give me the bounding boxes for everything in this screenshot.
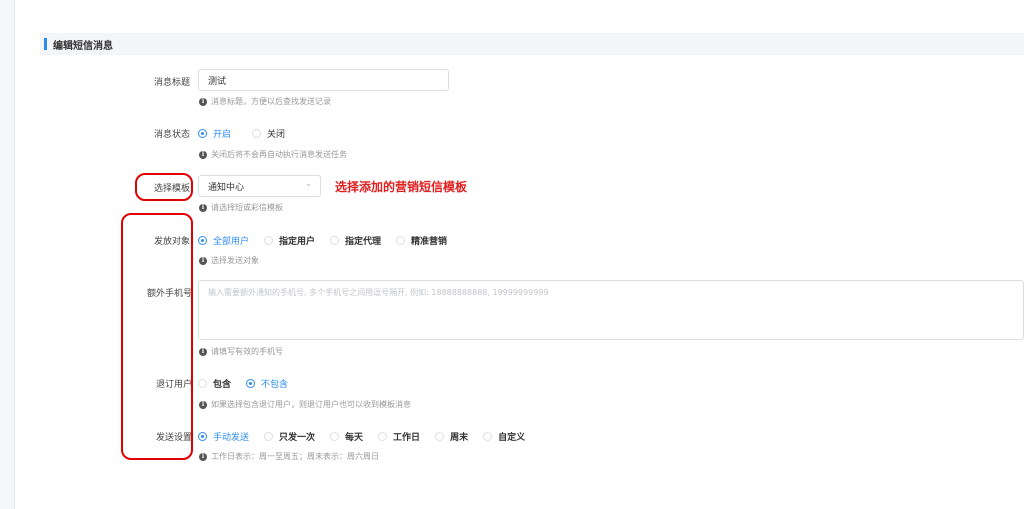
unsubscribed-option-include[interactable]: 包含 xyxy=(198,377,231,390)
unsubscribed-hint: i 如果选择包含退订用户，则退订用户也可以收到模板消息 xyxy=(199,399,411,410)
message-title-label: 消息标题 xyxy=(153,78,190,88)
radio-dot xyxy=(198,432,207,441)
info-icon: i xyxy=(199,150,207,159)
radio-label: 手动发送 xyxy=(213,433,250,443)
template-hint-text: 请选择短或彩信模板 xyxy=(211,203,283,212)
radio-dot xyxy=(198,379,207,388)
radio-dot xyxy=(330,432,340,441)
section-header: 编辑短信消息 xyxy=(40,33,1024,55)
target-option-all[interactable]: 全部用户 xyxy=(198,234,249,247)
info-icon: i xyxy=(199,256,207,265)
radio-label: 精准营销 xyxy=(411,237,448,247)
radio-dot xyxy=(252,129,262,138)
info-icon: i xyxy=(199,400,207,409)
chevron-down-icon: ⌄ xyxy=(305,179,312,188)
radio-dot xyxy=(435,432,445,441)
template-select-value: 通知中心 xyxy=(208,182,245,193)
send-option-daily[interactable]: 每天 xyxy=(330,430,363,443)
unsubscribed-radio-group: 包含 不包含 xyxy=(198,377,303,390)
annotation-text: 选择添加的营销短信模板 xyxy=(335,180,468,194)
target-option-precise[interactable]: 精准营销 xyxy=(396,234,447,247)
radio-dot xyxy=(483,432,493,441)
radio-label: 开启 xyxy=(213,130,232,140)
radio-dot xyxy=(198,129,207,138)
send-setting-hint-text: 工作日表示：周一至周五；周末表示：周六周日 xyxy=(211,452,379,461)
message-title-hint: i 消息标题，方便以后查找发送记录 xyxy=(199,96,331,107)
message-title-hint-text: 消息标题，方便以后查找发送记录 xyxy=(211,97,331,106)
radio-dot xyxy=(264,432,274,441)
radio-label: 周末 xyxy=(450,433,469,443)
annotation-oval xyxy=(135,173,193,201)
radio-label: 不包含 xyxy=(261,380,289,390)
send-option-manual[interactable]: 手动发送 xyxy=(198,430,249,443)
info-icon: i xyxy=(199,97,207,106)
template-hint: i 请选择短或彩信模板 xyxy=(199,202,283,213)
radio-label: 全部用户 xyxy=(213,237,250,247)
unsubscribed-hint-text: 如果选择包含退订用户，则退订用户也可以收到模板消息 xyxy=(211,400,411,409)
section-title: 编辑短信消息 xyxy=(53,41,113,52)
radio-label: 只发一次 xyxy=(279,433,316,443)
target-radio-group: 全部用户 指定用户 指定代理 精准营销 xyxy=(198,234,462,247)
message-status-hint-text: 关闭后将不会再自动执行消息发送任务 xyxy=(211,150,347,159)
send-option-custom[interactable]: 自定义 xyxy=(483,430,525,443)
radio-label: 关闭 xyxy=(267,130,286,140)
radio-dot xyxy=(396,236,406,245)
message-status-hint: i 关闭后将不会再自动执行消息发送任务 xyxy=(199,149,347,160)
extra-phones-hint: i 请填写有效的手机号 xyxy=(199,346,283,357)
radio-dot xyxy=(264,236,274,245)
radio-label: 每天 xyxy=(345,433,364,443)
radio-label: 指定代理 xyxy=(345,237,382,247)
target-option-users[interactable]: 指定用户 xyxy=(264,234,315,247)
message-status-radio-group: 开启 关闭 xyxy=(198,127,300,140)
radio-label: 指定用户 xyxy=(279,237,316,247)
send-option-weekend[interactable]: 周末 xyxy=(435,430,468,443)
template-select[interactable]: 通知中心 ⌄ xyxy=(198,175,321,197)
send-setting-radio-group: 手动发送 只发一次 每天 工作日 周末 自定义 xyxy=(198,430,540,443)
radio-dot xyxy=(246,379,256,388)
target-hint-text: 选择发送对象 xyxy=(211,256,259,265)
radio-label: 工作日 xyxy=(393,433,421,443)
radio-dot xyxy=(378,432,388,441)
send-option-once[interactable]: 只发一次 xyxy=(264,430,315,443)
target-hint: i 选择发送对象 xyxy=(199,255,259,266)
send-setting-hint: i 工作日表示：周一至周五；周末表示：周六周日 xyxy=(199,451,379,462)
extra-phones-hint-text: 请填写有效的手机号 xyxy=(211,347,283,356)
status-option-off[interactable]: 关闭 xyxy=(252,127,285,140)
annotation-rectangle xyxy=(121,213,193,460)
target-option-agents[interactable]: 指定代理 xyxy=(330,234,381,247)
radio-label: 包含 xyxy=(213,380,232,390)
radio-label: 自定义 xyxy=(498,433,526,443)
message-status-label: 消息状态 xyxy=(153,130,190,140)
message-title-input[interactable]: 测试 xyxy=(198,69,449,91)
extra-phones-textarea[interactable]: 输入需要额外通知的手机号, 多个手机号之间用逗号隔开, 例如: 18888888… xyxy=(198,280,1024,340)
radio-dot xyxy=(330,236,340,245)
section-accent-bar xyxy=(44,38,47,50)
send-option-workday[interactable]: 工作日 xyxy=(378,430,420,443)
status-option-on[interactable]: 开启 xyxy=(198,127,231,140)
info-icon: i xyxy=(199,203,207,212)
unsubscribed-option-exclude[interactable]: 不包含 xyxy=(246,377,288,390)
info-icon: i xyxy=(199,452,207,461)
radio-dot xyxy=(198,236,207,245)
info-icon: i xyxy=(199,347,207,356)
